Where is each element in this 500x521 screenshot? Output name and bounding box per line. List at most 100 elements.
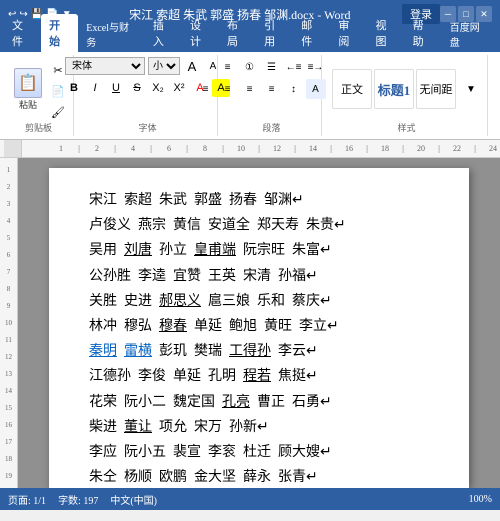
- v-ruler-mark: 1: [0, 162, 17, 179]
- subscript-button[interactable]: X₂: [149, 79, 167, 97]
- v-ruler-mark: 3: [0, 196, 17, 213]
- doc-line-7[interactable]: 秦明 雷横 彭玑 樊瑞 工得孙 李云↵: [89, 339, 429, 364]
- line-spacing-button[interactable]: ↕: [284, 79, 304, 99]
- v-ruler-mark: 8: [0, 281, 17, 298]
- tab-mail[interactable]: 邮件: [293, 14, 330, 52]
- tab-ref[interactable]: 引用: [256, 14, 293, 52]
- ruler-mark: |: [178, 144, 196, 153]
- ruler-mark: |: [142, 144, 160, 153]
- ruler-mark: 2: [88, 144, 106, 153]
- ruler-mark: |: [106, 144, 124, 153]
- font-name-select[interactable]: 宋体: [65, 57, 145, 75]
- doc-line-3[interactable]: 吴用 刘唐 孙立 皇甫端 阮宗旺 朱富↵: [89, 238, 429, 263]
- doc-line-12[interactable]: 朱仝 杨顺 欧鹏 金大坚 薛永 张青↵: [89, 465, 429, 488]
- font-size-select[interactable]: 小四: [148, 57, 180, 75]
- doc-line-5[interactable]: 关胜 史进 郝思义 扈三娘 乐和 蔡庆↵: [89, 289, 429, 314]
- tab-baidu[interactable]: 百度网盘: [442, 16, 496, 52]
- tab-help[interactable]: 帮助: [405, 14, 442, 52]
- bullets-button[interactable]: ≡: [218, 57, 238, 77]
- vertical-ruler: 1 2 3 4 5 6 7 8 9 10 11 12 13 14 15 16 1…: [0, 158, 18, 488]
- superscript-button[interactable]: X²: [170, 79, 188, 97]
- bold-button[interactable]: B: [65, 79, 83, 97]
- align-left-button[interactable]: ≡: [196, 79, 216, 99]
- doc-line-10[interactable]: 柴进 董让 项允 宋万 孙新↵: [89, 415, 429, 440]
- tab-design[interactable]: 设计: [182, 14, 219, 52]
- v-ruler-mark: 17: [0, 434, 17, 451]
- ruler-mark: |: [250, 144, 268, 153]
- paste-button[interactable]: 📋 粘贴: [10, 66, 46, 113]
- styles-panel: 正文 标题1 无间距: [332, 69, 456, 109]
- doc-line-9[interactable]: 花荣 阮小二 魏定国 孔亮 曹正 石勇↵: [89, 390, 429, 415]
- ruler-mark: |: [394, 144, 412, 153]
- document-page[interactable]: 宋江 索超 朱武 郭盛 扬春 邹渊↵ 卢俊义 燕宗 黄信 安道全 郑天寿 朱贵↵…: [49, 168, 469, 488]
- v-ruler-mark: 7: [0, 264, 17, 281]
- ruler-mark: 18: [376, 144, 394, 153]
- v-ruler-mark: 9: [0, 298, 17, 315]
- ruler-mark: 22: [448, 144, 466, 153]
- ruler-mark: |: [430, 144, 448, 153]
- underline-span: 孔亮: [222, 395, 250, 410]
- underline-span: 董让: [124, 420, 152, 435]
- ruler-mark: 8: [196, 144, 214, 153]
- doc-line-2[interactable]: 卢俊义 燕宗 黄信 安道全 郑天寿 朱贵↵: [89, 213, 429, 238]
- style-nospace[interactable]: 无间距: [416, 69, 456, 109]
- link-span: 雷横: [124, 344, 152, 359]
- italic-button[interactable]: I: [86, 79, 104, 97]
- page-container[interactable]: 宋江 索超 朱武 郭盛 扬春 邹渊↵ 卢俊义 燕宗 黄信 安道全 郑天寿 朱贵↵…: [18, 158, 500, 488]
- clipboard-label: 剪贴板: [25, 121, 52, 134]
- styles-content: 正文 标题1 无间距 ▼: [332, 57, 481, 121]
- ruler-mark: 24: [484, 144, 500, 153]
- style-normal[interactable]: 正文: [332, 69, 372, 109]
- shading-button[interactable]: A: [306, 79, 326, 99]
- ribbon: 📋 粘贴 ✂ 📄 🖌 剪贴板 宋体 小四 A A: [0, 52, 500, 140]
- edit-group: 🔍 查找 🔄 替换 编辑: [492, 55, 500, 136]
- tab-insert[interactable]: 插入: [145, 14, 182, 52]
- doc-line-11[interactable]: 李应 阮小五 裴宣 李衮 杜迁 顾大嫂↵: [89, 440, 429, 465]
- doc-line-8[interactable]: 江德孙 李俊 单延 孔明 程若 焦挺↵: [89, 364, 429, 389]
- zoom-level[interactable]: 100%: [469, 494, 492, 505]
- clipboard-content: 📋 粘贴 ✂ 📄 🖌: [10, 57, 67, 121]
- tab-excel[interactable]: Excel与财务: [78, 16, 145, 52]
- v-ruler-mark: 19: [0, 468, 17, 485]
- horizontal-ruler: 1 | 2 | 4 | 6 | 8 | 10 | 12 | 14 | 16 | …: [0, 140, 500, 158]
- paragraph-label: 段落: [262, 121, 280, 134]
- tab-home[interactable]: 开始: [41, 14, 78, 52]
- multilevel-button[interactable]: ☰: [262, 57, 282, 77]
- doc-line-1[interactable]: 宋江 索超 朱武 郭盛 扬春 邹渊↵: [89, 188, 429, 213]
- tab-review[interactable]: 审阅: [330, 14, 367, 52]
- strikethrough-button[interactable]: S: [128, 79, 146, 97]
- indent-increase-button[interactable]: ≡→: [306, 57, 326, 77]
- underline-span: 程若: [243, 369, 271, 384]
- tab-layout[interactable]: 布局: [219, 14, 256, 52]
- doc-line-4[interactable]: 公孙胜 李逵 宜赞 王英 宋清 孙福↵: [89, 264, 429, 289]
- doc-line-6[interactable]: 林冲 穆弘 穆春 单延 鲍旭 黄旺 李立↵: [89, 314, 429, 339]
- underline-span: 皇甫端: [194, 243, 236, 258]
- ruler-mark: |: [466, 144, 484, 153]
- v-ruler-mark: 20: [0, 485, 17, 488]
- ruler-mark: 20: [412, 144, 430, 153]
- underline-span: 刘唐: [124, 243, 152, 258]
- v-ruler-mark: 18: [0, 451, 17, 468]
- align-center-button[interactable]: ≡: [218, 79, 238, 99]
- ruler-mark: |: [70, 144, 88, 153]
- underline-button[interactable]: U: [107, 79, 125, 97]
- style-heading1[interactable]: 标题1: [374, 69, 414, 109]
- justify-button[interactable]: ≡: [262, 79, 282, 99]
- align-right-button[interactable]: ≡: [240, 79, 260, 99]
- v-ruler-mark: 4: [0, 213, 17, 230]
- tab-view[interactable]: 视图: [367, 14, 404, 52]
- status-bar: 页面: 1/1 字数: 197 中文(中国) 100%: [0, 488, 500, 510]
- indent-decrease-button[interactable]: ←≡: [284, 57, 304, 77]
- paste-icon: 📋: [14, 68, 42, 98]
- styles-more-button[interactable]: ▼: [461, 79, 481, 99]
- ruler-mark: 1: [52, 144, 70, 153]
- paste-label: 粘贴: [19, 98, 37, 111]
- underline-span: 郝思义: [159, 294, 201, 309]
- ruler-mark: |: [286, 144, 304, 153]
- v-ruler-mark: 6: [0, 247, 17, 264]
- tab-file[interactable]: 文件: [4, 14, 41, 52]
- ruler-mark: 4: [124, 144, 142, 153]
- numbering-button[interactable]: ①: [240, 57, 260, 77]
- v-ruler-mark: 13: [0, 366, 17, 383]
- ruler-mark: |: [214, 144, 232, 153]
